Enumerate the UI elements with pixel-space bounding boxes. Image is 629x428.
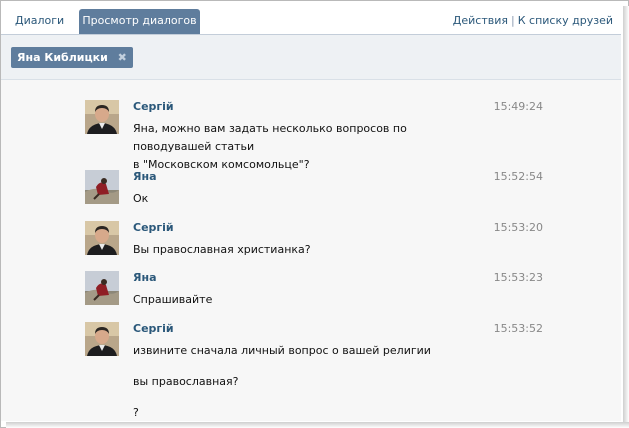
frame-shadow-bottom xyxy=(6,422,629,428)
message-text: извините сначала личный вопрос о вашей р… xyxy=(133,342,488,421)
message-line: Ок xyxy=(133,192,149,205)
message-paragraph: извините сначала личный вопрос о вашей р… xyxy=(133,344,431,357)
man-avatar[interactable] xyxy=(85,100,119,134)
message-author[interactable]: Яна xyxy=(133,271,157,284)
message-author[interactable]: Яна xyxy=(133,170,157,183)
message-paragraph: вы православная? xyxy=(133,375,239,388)
man-avatar[interactable] xyxy=(85,322,119,356)
actions-link[interactable]: Действия xyxy=(453,14,508,27)
tab-dialogs[interactable]: Диалоги xyxy=(5,9,64,34)
message-time: 15:53:23 xyxy=(493,271,543,284)
chip-label: Яна Киблицки xyxy=(17,51,108,64)
message-author[interactable]: Сергій xyxy=(133,221,174,234)
frame-shadow-right xyxy=(623,6,629,428)
message-text: Ок xyxy=(133,190,488,208)
dialog-window: Диалоги Просмотр диалогов Действия | К спи… xyxy=(1,1,621,421)
woman-avatar[interactable] xyxy=(85,170,119,204)
message-line: Яна, можно вам задать несколько вопросов… xyxy=(133,122,407,153)
message-author[interactable]: Сергій xyxy=(133,100,174,113)
message-text: Вы православная христианка? xyxy=(133,241,488,259)
woman-avatar[interactable] xyxy=(85,271,119,305)
friends-list-link[interactable]: К списку друзей xyxy=(518,14,613,27)
filter-bar: Яна Киблицки ✖ xyxy=(1,35,621,80)
message-paragraph: ? xyxy=(133,406,139,419)
message-time: 15:52:54 xyxy=(493,170,543,183)
link-separator: | xyxy=(511,14,515,27)
message-time: 15:53:20 xyxy=(493,221,543,234)
tab-bar: Диалоги Просмотр диалогов Действия | К спи… xyxy=(1,1,621,35)
remove-chip-icon[interactable]: ✖ xyxy=(118,47,127,68)
message-time: 15:49:24 xyxy=(493,100,543,113)
tab-view-dialogs[interactable]: Просмотр диалогов xyxy=(79,9,200,34)
top-links: Действия | К списку друзей xyxy=(453,14,613,27)
message-line: Спрашивайте xyxy=(133,293,213,306)
message-line: Вы православная христианка? xyxy=(133,243,311,256)
message-author[interactable]: Сергій xyxy=(133,322,174,335)
contact-filter-chip[interactable]: Яна Киблицки ✖ xyxy=(11,47,133,68)
message-text: Яна, можно вам задать несколько вопросов… xyxy=(133,120,488,174)
message-text: Спрашивайте xyxy=(133,291,488,309)
message-line: в "Московском комсомольце"? xyxy=(133,158,310,171)
message-time: 15:53:52 xyxy=(493,322,543,335)
man-avatar[interactable] xyxy=(85,221,119,255)
